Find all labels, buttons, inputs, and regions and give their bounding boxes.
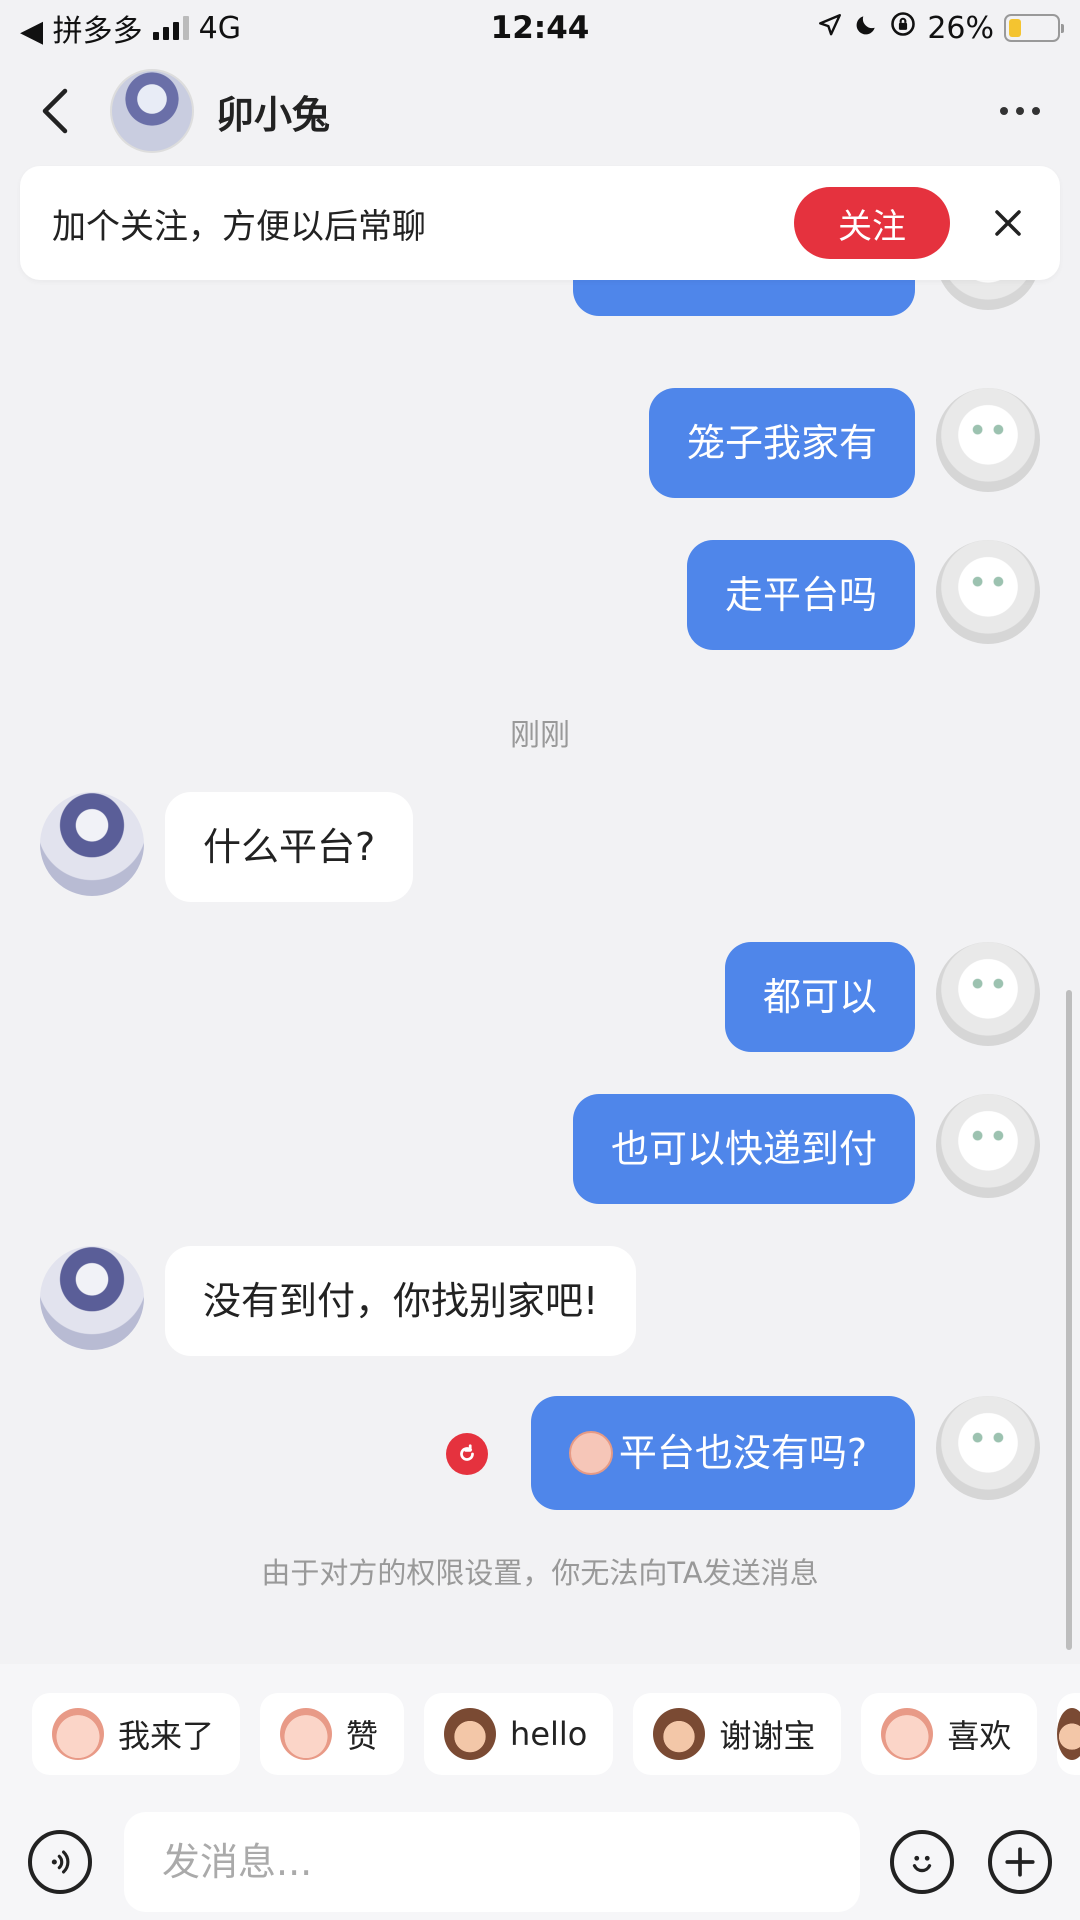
more-dot [1000, 107, 1008, 115]
rotation-lock-icon [889, 10, 917, 46]
peach-waving-icon [52, 1708, 104, 1760]
message-bubble-sent[interactable]: 都可以 [724, 942, 915, 1052]
message-bubble-sent[interactable]: 也可以快递到付 [572, 1094, 915, 1204]
permission-notice: 由于对方的权限设置，你无法向TA发送消息 [261, 1556, 819, 1590]
close-banner-button[interactable] [988, 203, 1028, 243]
emoji-button[interactable] [890, 1830, 954, 1894]
follow-button[interactable]: 关注 [794, 187, 950, 259]
back-button[interactable] [30, 81, 80, 141]
timestamp: 刚刚 [510, 718, 570, 753]
chevron-left-icon [42, 88, 68, 134]
battery-icon [1004, 14, 1064, 42]
follow-banner: 加个关注，方便以后常聊 关注 [20, 166, 1060, 280]
close-icon [995, 210, 1021, 236]
quick-reply-chip-partial[interactable] [1057, 1693, 1080, 1775]
contact-name: 卯小兔 [216, 92, 331, 137]
my-avatar[interactable] [936, 1396, 1040, 1500]
voice-button[interactable] [28, 1830, 92, 1894]
my-avatar[interactable] [936, 942, 1040, 1046]
quick-reply-chip[interactable]: 谢谢宝 [633, 1693, 842, 1775]
voice-icon [51, 1850, 70, 1874]
more-dot [1016, 107, 1024, 115]
contact-avatar[interactable] [110, 69, 194, 153]
input-bar [0, 1804, 1080, 1920]
more-options-button[interactable] [990, 97, 1050, 125]
quick-reply-bar[interactable]: 我来了 赞 hello 谢谢宝 喜欢 [0, 1664, 1080, 1804]
quick-reply-label: 我来了 [118, 1717, 215, 1755]
message-bubble-sent-failed[interactable]: 平台也没有吗? [530, 1396, 915, 1510]
peach-love-icon [881, 1708, 934, 1760]
quick-reply-label: hello [510, 1715, 588, 1753]
message-input[interactable] [124, 1812, 860, 1912]
moon-icon [853, 11, 879, 46]
back-to-app-link[interactable]: ◀ 拼多多 [20, 6, 143, 50]
chat-header: 卯小兔 [0, 56, 1080, 166]
message-bubble-received[interactable]: 什么平台? [165, 792, 414, 902]
plus-icon [1005, 1847, 1035, 1877]
my-avatar[interactable] [936, 1094, 1040, 1198]
quick-reply-chip[interactable]: 赞 [260, 1693, 405, 1775]
sticker-icon [1057, 1708, 1080, 1760]
monkey-hello-icon [444, 1708, 497, 1760]
quick-reply-chip[interactable]: 喜欢 [861, 1693, 1038, 1775]
quick-reply-chip[interactable]: 我来了 [32, 1693, 241, 1775]
message-bubble-sent[interactable]: 笼子我家有 [648, 388, 915, 498]
message-bubble-received[interactable]: 没有到付，你找别家吧! [165, 1246, 637, 1356]
peach-thumbs-icon [280, 1708, 333, 1760]
my-avatar[interactable] [936, 540, 1040, 644]
smiley-icon [912, 1855, 932, 1873]
message-list[interactable]: 我是重庆璧山的 笼子我家有 走平台吗 刚刚 什么平台? 都可以 也可以快递到付 … [0, 240, 1080, 1660]
signal-icon [152, 16, 189, 40]
follow-prompt: 加个关注，方便以后常聊 [52, 206, 426, 247]
location-icon [817, 11, 843, 46]
quick-reply-chip[interactable]: hello [424, 1693, 614, 1775]
contact-avatar-small[interactable] [40, 1246, 144, 1350]
more-dot [1032, 107, 1040, 115]
my-avatar[interactable] [936, 388, 1040, 492]
resend-failed-icon[interactable] [446, 1433, 488, 1475]
message-text: 平台也没有吗? [618, 1431, 867, 1475]
quick-reply-label: 喜欢 [947, 1717, 1012, 1755]
status-bar: ◀ 拼多多 4G 12:44 26% [0, 0, 1080, 56]
battery-percent: 26% [927, 10, 994, 46]
scrollbar[interactable] [1066, 990, 1072, 1650]
monkey-rose-icon [653, 1708, 706, 1760]
contact-avatar-small[interactable] [40, 792, 144, 896]
message-bubble-sent[interactable]: 走平台吗 [686, 540, 915, 650]
more-actions-button[interactable] [988, 1830, 1052, 1894]
quick-reply-label: 赞 [346, 1717, 379, 1755]
crying-face-icon [568, 1430, 613, 1475]
network-type: 4G [198, 10, 241, 46]
quick-reply-label: 谢谢宝 [719, 1717, 816, 1755]
